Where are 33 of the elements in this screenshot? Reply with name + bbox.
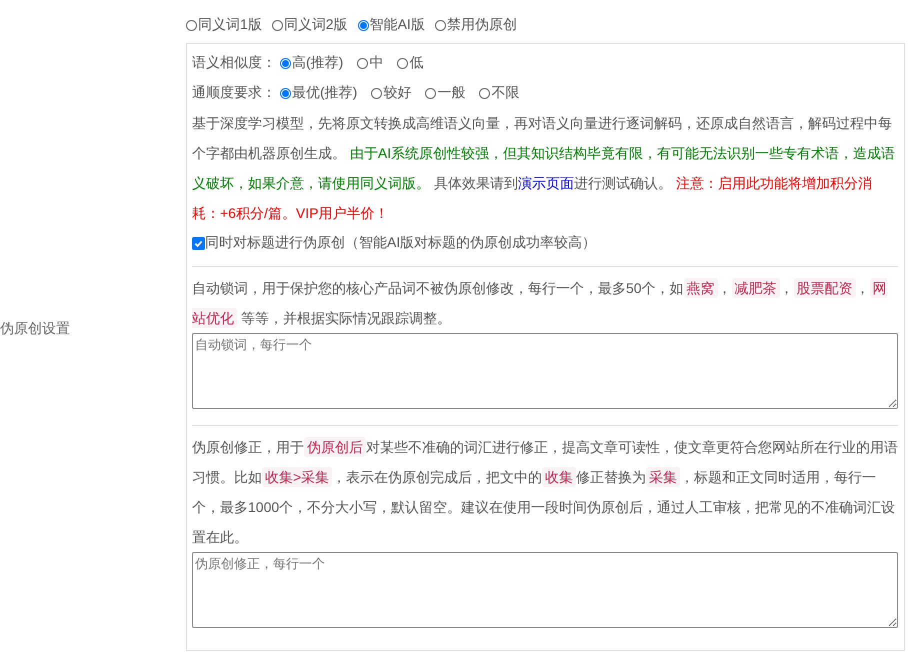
- radio-icon[interactable]: [425, 88, 436, 98]
- checkbox-icon[interactable]: [192, 236, 205, 250]
- mode-radio[interactable]: 禁用伪原创: [434, 16, 517, 34]
- lock-words-field[interactable]: 自动锁词，每行一个: [192, 333, 898, 409]
- option-radio[interactable]: 低: [397, 54, 424, 72]
- radio-icon[interactable]: [358, 20, 369, 30]
- demo-page-link[interactable]: 演示页面: [518, 175, 574, 191]
- ai-description: 基于深度学习模型，先将原文转换成高维语义向量，再对语义向量进行逐词解码，还原成自然语言，解码过程中每个字都由机器原创生成。 由于AI系统原创性较强，但其知识结构毕竟有限，有可能无法识别一些专有术语，造成语义破坏，如果介意，请使用同义词版。 具体效果请到演示页面进行测试确认。 注意：启用此功能将增加积分消耗：+6积分/篇。VIP用户半价！: [192, 114, 896, 223]
- radio-icon[interactable]: [280, 88, 291, 98]
- option-radio[interactable]: 不限: [479, 84, 520, 102]
- radio-icon[interactable]: [397, 58, 408, 68]
- radio-icon[interactable]: [434, 20, 446, 30]
- option-radio[interactable]: 中: [357, 54, 384, 72]
- radio-icon[interactable]: [272, 20, 283, 30]
- option-radio[interactable]: 一般: [425, 84, 466, 102]
- mode-radio[interactable]: 智能AI版: [358, 16, 425, 34]
- corrections-field[interactable]: 伪原创修正，每行一个: [192, 552, 898, 628]
- section-label: 伪原创设置: [0, 320, 70, 336]
- option-radio[interactable]: 较好: [371, 84, 412, 102]
- option-radio[interactable]: 高(推荐): [280, 54, 344, 72]
- radio-icon[interactable]: [186, 20, 197, 30]
- mode-radio[interactable]: 同义词2版: [272, 16, 348, 34]
- radio-icon[interactable]: [479, 88, 490, 98]
- lock-words-description: 自动锁词，用于保护您的核心产品词不被伪原创修改，每行一个，最多50个，如 燕窝 ， 减肥茶 ， 股票配资 ， 网站优化 等等，并根据实际情况跟踪调整。: [192, 277, 888, 330]
- option-label: 语义相似度：: [192, 54, 276, 72]
- title-checkbox[interactable]: 同时对标题进行伪原创（智能AI版对标题的伪原创成功率较高）: [192, 228, 898, 258]
- corrections-description: 伪原创修正，用于 伪原创后 对某些不准确的词汇进行修正，提高文章可读性，使文章更符合您网站所在行业的用语习惯。比如 收集>采集 ，表示在伪原创完成后，把文中的 收集 修正替换为 采集 ，标题和正文同时适用，每行一个，最多1000个，不分大小写，默认留空。建议在使用一段时间伪原创后，通过人工审核，把常见的不准确词汇设置在此。: [192, 436, 898, 547]
- option-radio[interactable]: 最优(推荐): [280, 84, 358, 102]
- radio-icon[interactable]: [280, 58, 291, 68]
- mode-radio[interactable]: 同义词1版: [186, 16, 262, 34]
- option-label: 通顺度要求：: [192, 84, 276, 102]
- radio-icon[interactable]: [357, 58, 368, 68]
- radio-icon[interactable]: [371, 88, 382, 98]
